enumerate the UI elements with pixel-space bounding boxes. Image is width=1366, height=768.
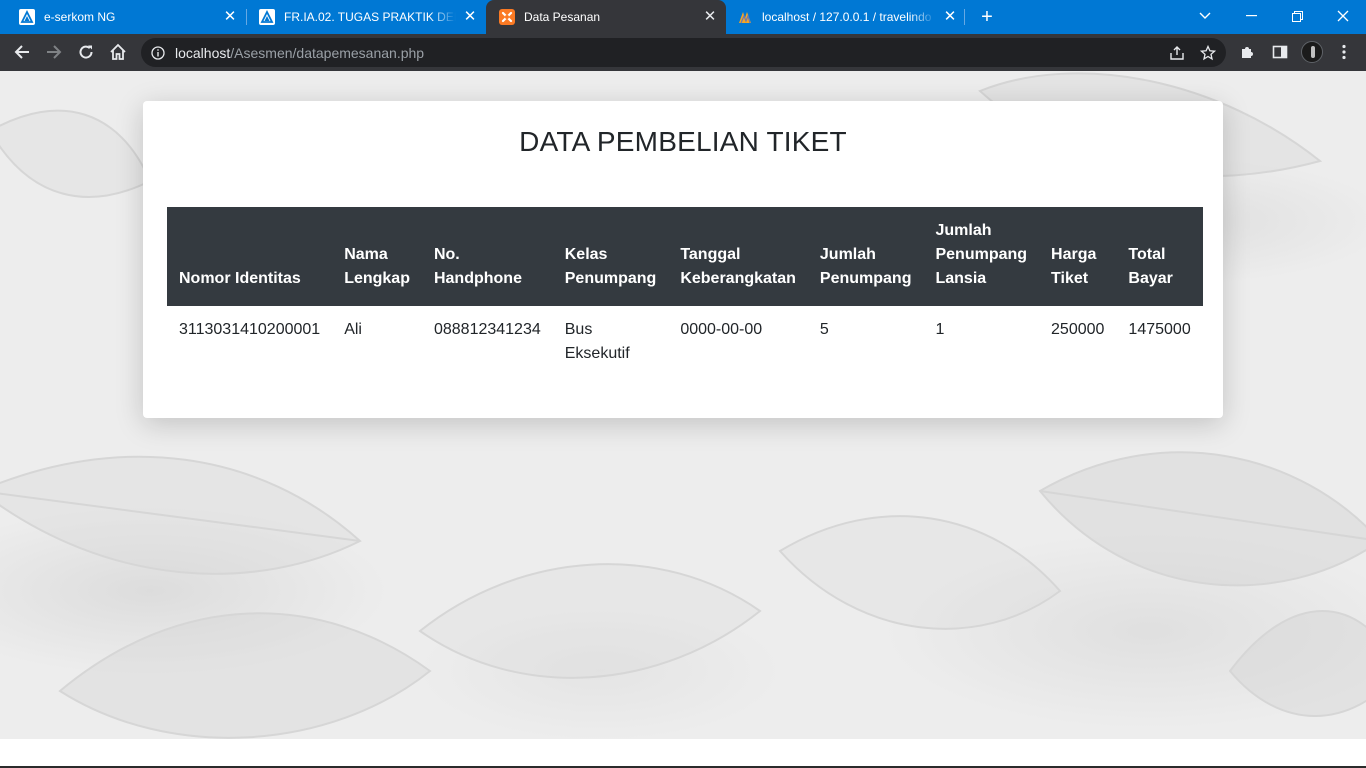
cell-jumlah-penumpang: 5 — [819, 321, 829, 338]
tab-search-chevron-icon[interactable] — [1182, 0, 1228, 32]
xampp-icon — [499, 9, 515, 25]
col-no-handphone: No. Handphone — [421, 207, 553, 306]
triangle-logo-icon — [19, 9, 35, 25]
ticket-table: Nomor Identitas Nama Lengkap No. Handpho… — [167, 207, 1203, 378]
col-nomor-identitas: Nomor Identitas — [167, 207, 333, 306]
bottom-strip — [0, 739, 1366, 768]
page-viewport: DATA PEMBELIAN TIKET Nomor Identitas Nam… — [0, 71, 1366, 739]
site-info-icon[interactable] — [150, 45, 166, 61]
close-window-icon[interactable] — [1320, 0, 1366, 32]
tab-separator — [964, 9, 965, 25]
col-jumlah-penumpang-lansia: Jumlah Penumpang Lansia — [923, 207, 1040, 306]
minimize-icon[interactable] — [1228, 0, 1274, 32]
cell-tanggal-keberangkatan: 0000-00-00 — [680, 321, 763, 338]
url-path: /Asesmen/datapemesanan.php — [230, 44, 425, 61]
bookmark-star-icon[interactable] — [1199, 44, 1217, 62]
forward-arrow-icon[interactable] — [42, 40, 66, 64]
cell-jumlah-penumpang-lansia: 1 — [935, 321, 945, 338]
new-tab-button[interactable]: + — [976, 6, 998, 28]
tab-e-serkom[interactable]: e-serkom NG ✕ — [0, 0, 246, 34]
col-jumlah-penumpang: Jumlah Penumpang — [807, 207, 924, 306]
close-icon[interactable]: ✕ — [942, 9, 958, 25]
tab-title: e-serkom NG — [44, 10, 116, 24]
tab-title: FR.IA.02. TUGAS PRAKTIK DEMONSTRASI — [284, 10, 456, 24]
col-total-bayar: Total Bayar — [1116, 207, 1203, 306]
close-icon[interactable]: ✕ — [702, 9, 718, 25]
side-panel-icon[interactable] — [1268, 40, 1292, 64]
tab-data-pesanan[interactable]: Data Pesanan ✕ — [486, 0, 726, 34]
table-header-row: Nomor Identitas Nama Lengkap No. Handpho… — [167, 207, 1203, 306]
close-icon[interactable]: ✕ — [462, 9, 478, 25]
cell-nomor-identitas: 3113031410200001 — [179, 321, 321, 338]
cell-no-handphone: 088812341234 — [433, 321, 541, 338]
cell-kelas-penumpang: Bus Eksekutif — [564, 321, 630, 362]
browser-toolbar: localhost/Asesmen/datapemesanan.php — [0, 34, 1366, 71]
tab-strip: e-serkom NG ✕ FR.IA.02. TUGAS PRAKTIK DE… — [0, 0, 1366, 34]
url-host: localhost — [175, 44, 231, 61]
address-bar[interactable]: localhost/Asesmen/datapemesanan.php — [141, 38, 1226, 67]
url-text: localhost/Asesmen/datapemesanan.php — [175, 45, 424, 61]
back-arrow-icon[interactable] — [10, 40, 34, 64]
cell-harga-tiket: 250000 — [1051, 321, 1105, 338]
reload-icon[interactable] — [74, 40, 98, 64]
tab-phpmyadmin[interactable]: localhost / 127.0.0.1 / travelindo ✕ — [726, 0, 966, 34]
col-tanggal-keberangkatan: Tanggal Keberangkatan — [668, 207, 808, 306]
close-icon[interactable]: ✕ — [222, 9, 238, 25]
share-icon[interactable] — [1168, 44, 1186, 62]
cell-total-bayar: 1475000 — [1128, 321, 1191, 338]
tab-title: Data Pesanan — [524, 10, 601, 24]
phpmyadmin-icon — [737, 9, 753, 25]
table-row: 3113031410200001 Ali 088812341234 Bus Ek… — [167, 306, 1203, 378]
col-harga-tiket: Harga Tiket — [1039, 207, 1117, 306]
col-kelas-penumpang: Kelas Penumpang — [552, 207, 669, 306]
profile-avatar[interactable] — [1301, 41, 1323, 63]
tab-title: localhost / 127.0.0.1 / travelindo — [762, 10, 932, 24]
tab-fr-ia-02[interactable]: FR.IA.02. TUGAS PRAKTIK DEMONSTRASI ✕ — [240, 0, 486, 34]
home-icon[interactable] — [106, 40, 130, 64]
col-nama-lengkap: Nama Lengkap — [332, 207, 422, 306]
triangle-logo-icon — [259, 9, 275, 25]
restore-icon[interactable] — [1274, 0, 1320, 32]
kebab-menu-icon[interactable] — [1332, 40, 1356, 64]
cell-nama-lengkap: Ali — [344, 321, 362, 338]
page-title: DATA PEMBELIAN TIKET — [519, 126, 847, 157]
ticket-data-card: DATA PEMBELIAN TIKET Nomor Identitas Nam… — [143, 101, 1223, 418]
extensions-puzzle-icon[interactable] — [1236, 40, 1260, 64]
